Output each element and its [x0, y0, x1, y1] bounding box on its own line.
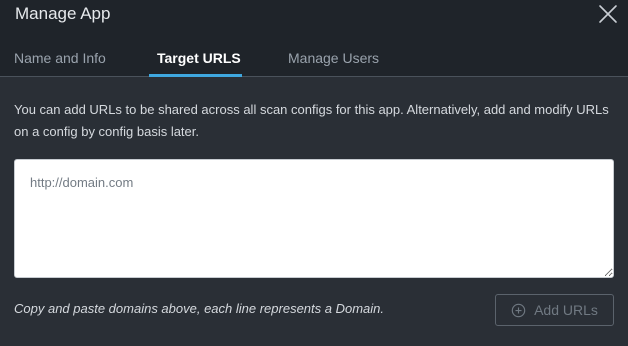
close-icon [599, 5, 617, 23]
hint-text: Copy and paste domains above, each line … [14, 301, 384, 316]
tab-name-and-info[interactable]: Name and Info [14, 38, 106, 77]
dialog-header: Manage App [0, 0, 628, 38]
add-urls-label: Add URLs [534, 302, 598, 318]
dialog-title: Manage App [15, 4, 111, 23]
manage-app-dialog: Manage App Name and Info Target URLS Man… [0, 0, 628, 346]
description-text: You can add URLs to be shared across all… [14, 102, 609, 139]
plus-circle-icon [511, 303, 526, 317]
tab-bar: Name and Info Target URLS Manage Users [0, 38, 628, 77]
tab-target-urls[interactable]: Target URLS [157, 38, 241, 77]
tab-manage-users[interactable]: Manage Users [288, 38, 379, 77]
close-button[interactable] [596, 2, 620, 26]
urls-textarea[interactable] [14, 159, 614, 278]
add-urls-button[interactable]: Add URLs [495, 294, 614, 326]
active-tab-indicator [149, 74, 242, 77]
